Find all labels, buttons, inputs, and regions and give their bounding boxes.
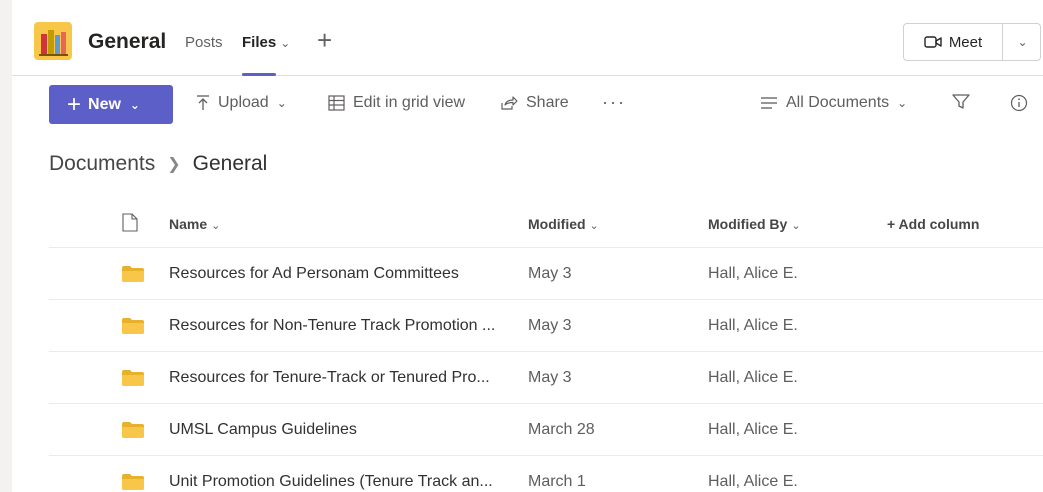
chevron-down-icon: ⌄	[276, 96, 287, 110]
view-label: All Documents	[786, 94, 890, 111]
breadcrumb: Documents ❯ General	[49, 152, 267, 176]
meet-button[interactable]: Meet	[904, 24, 1003, 60]
filter-button[interactable]	[952, 94, 970, 110]
row-modified-by: Hall, Alice E.	[708, 421, 798, 438]
row-name[interactable]: Resources for Tenure-Track or Tenured Pr…	[169, 369, 507, 387]
table-row[interactable]: Resources for Tenure-Track or Tenured Pr…	[49, 352, 1043, 404]
chevron-down-icon: ⌄	[791, 220, 801, 232]
teams-files-app: General Posts Files ⌄ + Meet ⌄ + New ⌄ U…	[12, 12, 1043, 492]
add-column-button[interactable]: + Add column	[887, 216, 979, 232]
breadcrumb-documents[interactable]: Documents	[49, 152, 155, 176]
row-modified: May 3	[528, 265, 572, 282]
new-button[interactable]: + New ⌄	[49, 85, 173, 124]
video-camera-icon	[924, 36, 942, 48]
upload-icon	[197, 95, 209, 110]
table-row[interactable]: Unit Promotion Guidelines (Tenure Track …	[49, 456, 1043, 492]
row-modified-by: Hall, Alice E.	[708, 473, 798, 490]
row-name[interactable]: UMSL Campus Guidelines	[169, 421, 507, 439]
row-modified-by: Hall, Alice E.	[708, 265, 798, 282]
table-row[interactable]: UMSL Campus Guidelines March 28 Hall, Al…	[49, 404, 1043, 456]
chevron-down-icon: ⌄	[129, 97, 140, 112]
grid-icon	[328, 95, 345, 111]
chevron-down-icon: ⌄	[897, 96, 908, 110]
new-label: New	[88, 95, 121, 113]
folder-icon	[122, 474, 144, 490]
window-frame	[0, 0, 12, 492]
row-name[interactable]: Resources for Ad Personam Committees	[169, 265, 507, 283]
more-options-button[interactable]: ···	[602, 92, 626, 113]
plus-icon: +	[67, 90, 82, 118]
column-modified-by-label: Modified By	[708, 216, 788, 232]
column-modified-label: Modified	[528, 216, 586, 232]
filter-icon	[952, 94, 970, 109]
tab-posts[interactable]: Posts	[185, 34, 223, 51]
column-header-modified-by[interactable]: Modified By ⌄	[708, 216, 801, 232]
meet-options-chevron-icon[interactable]: ⌄	[1004, 24, 1041, 60]
folder-icon	[122, 318, 144, 334]
column-header-name[interactable]: Name ⌄	[169, 216, 220, 232]
row-modified: March 28	[528, 421, 595, 438]
table-row[interactable]: Resources for Ad Personam Committees May…	[49, 248, 1043, 300]
table-header: Name ⌄ Modified ⌄ Modified By ⌄ + Add colum…	[49, 202, 1043, 248]
channel-header: General Posts Files ⌄ + Meet ⌄	[12, 12, 1043, 76]
row-modified: May 3	[528, 317, 572, 334]
row-modified: March 1	[528, 473, 586, 490]
row-modified: May 3	[528, 369, 572, 386]
edit-grid-view-button[interactable]: Edit in grid view	[328, 94, 465, 112]
row-name[interactable]: Unit Promotion Guidelines (Tenure Track …	[169, 473, 507, 491]
tab-files[interactable]: Files ⌄	[242, 34, 290, 51]
info-icon	[1010, 94, 1028, 112]
share-button[interactable]: Share	[500, 94, 569, 112]
meet-label: Meet	[948, 33, 983, 51]
row-modified-by: Hall, Alice E.	[708, 317, 798, 334]
folder-icon	[122, 370, 144, 386]
grid-label: Edit in grid view	[353, 94, 466, 111]
row-modified-by: Hall, Alice E.	[708, 369, 798, 386]
list-view-icon	[761, 97, 777, 109]
chevron-down-icon: ⌄	[211, 220, 221, 232]
info-button[interactable]	[1010, 94, 1028, 112]
column-header-modified[interactable]: Modified ⌄	[528, 216, 599, 232]
column-name-label: Name	[169, 216, 208, 232]
add-tab-button[interactable]: +	[317, 26, 332, 54]
share-icon	[501, 96, 518, 110]
channel-title: General	[88, 30, 167, 53]
upload-label: Upload	[218, 94, 269, 111]
folder-icon	[122, 266, 144, 282]
chevron-down-icon: ⌄	[589, 220, 599, 232]
breadcrumb-current: General	[192, 152, 268, 175]
meet-control: Meet ⌄	[903, 23, 1041, 61]
upload-button[interactable]: Upload ⌄	[196, 94, 287, 112]
folder-icon	[122, 422, 144, 438]
team-avatar[interactable]	[34, 22, 72, 60]
chevron-right-icon: ❯	[167, 156, 181, 173]
view-selector[interactable]: All Documents ⌄	[760, 94, 907, 112]
file-type-icon[interactable]	[122, 213, 138, 232]
tab-files-label: Files	[242, 34, 277, 51]
chevron-down-icon: ⌄	[280, 36, 291, 50]
table-row[interactable]: Resources for Non-Tenure Track Promotion…	[49, 300, 1043, 352]
command-bar: + New ⌄ Upload ⌄ Edit in grid view Share…	[12, 76, 1043, 132]
row-name[interactable]: Resources for Non-Tenure Track Promotion…	[169, 317, 507, 335]
share-label: Share	[526, 94, 569, 111]
